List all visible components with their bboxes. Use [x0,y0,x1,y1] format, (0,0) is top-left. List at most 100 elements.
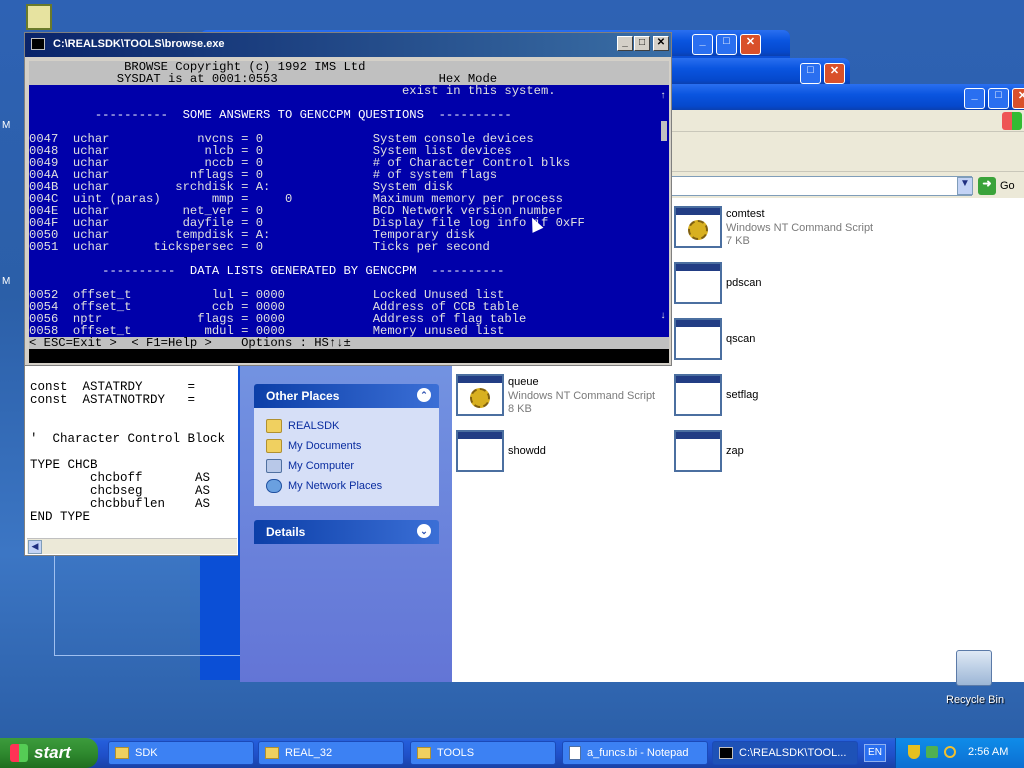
taskbar-button-label: a_funcs.bi - Notepad [587,747,689,759]
code-window[interactable]: const ASTATRDY = const ASTATNOTRDY = ' C… [24,364,238,556]
recycle-bin-label[interactable]: Recycle Bin [946,694,1004,706]
folder-icon [266,419,282,433]
place-my-documents[interactable]: My Documents [266,438,361,454]
go-arrow-icon: ➜ [978,177,996,195]
file-name: showdd [508,445,546,457]
file-name: zap [726,445,744,457]
bg-window-interior [54,556,240,656]
desktop-shortcut-icon[interactable] [26,4,52,30]
file-name: setflag [726,389,759,401]
clock[interactable]: 2:56 AM [968,746,1008,758]
windows-logo-icon [10,744,28,762]
command-window[interactable]: C:\REALSDK\TOOLS\browse.exe _ □ ✕ BROWSE… [24,32,672,366]
code-line: ' Character Control Block [30,432,226,446]
console-scrollbar[interactable]: ↑ ↓ [659,85,669,337]
taskbar-button-browse[interactable]: C:\REALSDK\TOOL... [712,741,858,765]
bg1-max[interactable]: □ [716,34,737,55]
bg2-close[interactable]: ✕ [824,63,845,84]
place-realsdk[interactable]: REALSDK [266,418,339,434]
status-line-text: < ESC=Exit > < F1=Help > Options : HS↑↓± [29,336,351,350]
bg1-close[interactable]: ✕ [740,34,761,55]
security-shield-icon[interactable] [908,745,920,759]
horizontal-scrollbar[interactable]: ◀ [27,538,237,554]
other-places-title: Other Places [266,389,340,403]
folder-icon [115,747,129,759]
file-icon [674,262,722,304]
taskbar-button-label: TOOLS [437,747,475,759]
expand-chevron-icon[interactable]: ⌄ [417,524,431,538]
console-screen[interactable]: BROWSE Copyright (c) 1992 IMS Ltd SYSDAT… [29,61,669,363]
code-line: TYPE CHCB [30,458,98,472]
section-heading: ---------- SOME ANSWERS TO GENCCPM QUEST… [29,108,512,122]
file-name: queue [508,376,539,388]
file-name: pdscan [726,277,762,289]
place-my-computer[interactable]: My Computer [266,458,354,474]
code-line: const ASTATNOTRDY = [30,393,196,407]
go-label: Go [1000,180,1015,192]
code-line: chcbseg AS [30,484,211,498]
start-label: start [34,743,71,762]
file-type: Windows NT Command Script [508,390,656,402]
cmd-minimize-button[interactable]: _ [617,36,633,51]
bg1-min[interactable]: _ [692,34,713,55]
explorer-minimize-button[interactable]: _ [964,88,985,109]
cmd-maximize-button[interactable]: □ [634,36,650,51]
taskbar-button-label: REAL_32 [285,747,333,759]
console-line: 0051 uchar tickspersec = 0 Ticks per sec… [29,240,490,254]
address-dropdown-button[interactable]: ▼ [957,177,973,195]
scroll-thumb[interactable] [661,121,667,141]
console-icon [719,747,733,759]
code-line: chcboff AS [30,471,211,485]
place-my-network-places[interactable]: My Network Places [266,478,382,494]
code-line: chcbbuflen AS [30,497,211,511]
go-button[interactable]: ➜ Go [978,176,1024,196]
cmd-close-button[interactable]: ✕ [653,36,669,51]
browse-content: exist in this system. ---------- SOME AN… [29,85,669,337]
code-line: const ASTATRDY = [30,380,196,394]
command-script-icon [456,374,504,416]
section-heading: ---------- DATA LISTS GENERATED BY GENCC… [29,264,505,278]
command-window-titlebar[interactable]: C:\REALSDK\TOOLS\browse.exe _ □ ✕ [25,33,671,57]
browse-header-line-2: SYSDAT is at 0001:0553 Hex Mode [29,72,498,86]
folder-icon [417,747,431,759]
browse-header: BROWSE Copyright (c) 1992 IMS Ltd SYSDAT… [29,61,669,85]
command-window-title: C:\REALSDK\TOOLS\browse.exe [53,38,225,50]
taskbar-button-label: C:\REALSDK\TOOL... [739,747,847,759]
scroll-down-arrow-icon[interactable]: ↓ [660,311,666,323]
file-icon [674,374,722,416]
explorer-maximize-button[interactable]: □ [988,88,1009,109]
search-icon[interactable] [944,746,956,758]
taskbar-button-notepad[interactable]: a_funcs.bi - Notepad [562,741,708,765]
taskbar: start SDK REAL_32 TOOLS a_funcs.bi - Not… [0,738,1024,768]
bg2-max[interactable]: □ [800,63,821,84]
notepad-icon [569,746,581,760]
file-size: 8 KB [508,403,532,415]
recycle-bin-icon[interactable] [956,650,992,686]
desktop: M M _ □ ✕ □ ✕ _ □ ✕ ▼ ➜ Go Other Places [0,0,1024,738]
scroll-left-icon[interactable]: ◀ [28,540,42,554]
taskbar-button-sdk[interactable]: SDK [108,741,254,765]
file-type: Windows NT Command Script [726,222,874,234]
details-header[interactable]: Details ⌄ [254,520,439,544]
network-icon[interactable] [926,746,938,758]
explorer-close-button[interactable]: ✕ [1012,88,1024,109]
my-documents-icon [266,439,282,453]
taskbar-button-tools[interactable]: TOOLS [410,741,556,765]
computer-icon [266,459,282,473]
system-tray: 2:56 AM [895,738,1024,768]
console-icon [31,38,45,50]
command-script-icon [674,206,722,248]
desktop-left-label-2: M [2,276,11,287]
collapse-chevron-icon[interactable]: ⌃ [417,388,431,402]
taskbar-button-real32[interactable]: REAL_32 [258,741,404,765]
place-label: My Documents [288,440,362,452]
file-name: comtest [726,208,765,220]
file-icon [674,318,722,360]
file-name: qscan [726,333,756,345]
start-button[interactable]: start [0,738,98,768]
other-places-header[interactable]: Other Places ⌃ [254,384,439,408]
file-icon [456,430,504,472]
scroll-up-arrow-icon[interactable]: ↑ [660,91,666,103]
desktop-left-label-1: M [2,120,11,131]
language-indicator[interactable]: EN [864,744,886,762]
